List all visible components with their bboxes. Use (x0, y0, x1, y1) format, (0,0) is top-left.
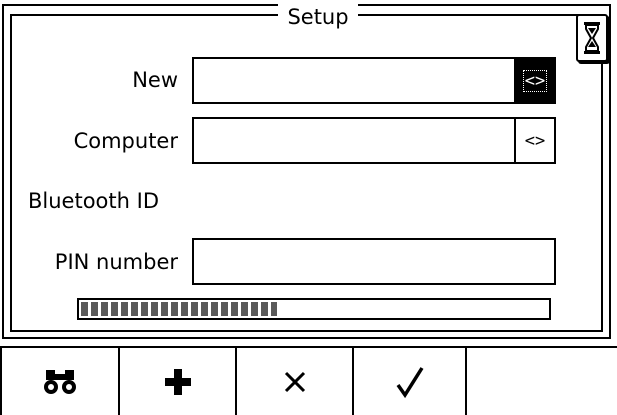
new-label: New (132, 68, 178, 92)
plus-icon (164, 368, 191, 395)
setup-screen: Setup New <> Computer <> Bluetooth ID PI… (0, 0, 617, 415)
new-field[interactable]: <> (192, 57, 556, 104)
progress-fill (81, 302, 277, 316)
page-title: Setup (278, 4, 358, 30)
bluetooth-id-label: Bluetooth ID (28, 189, 159, 213)
computer-label: Computer (73, 129, 178, 153)
pin-number-field[interactable] (192, 238, 556, 285)
checkmark-icon (396, 366, 423, 398)
computer-picker-button[interactable]: <> (514, 119, 554, 162)
new-picker-label: <> (522, 69, 548, 92)
computer-field[interactable]: <> (192, 117, 556, 164)
add-softkey[interactable] (120, 348, 237, 415)
computer-picker-label: <> (524, 130, 546, 151)
progress-bar (77, 298, 551, 320)
binoculars-icon (44, 369, 76, 394)
softkey-toolbar (0, 346, 617, 415)
confirm-softkey[interactable] (354, 348, 467, 415)
new-picker-button[interactable]: <> (514, 59, 554, 102)
empty-softkey[interactable] (467, 348, 617, 415)
pin-number-label: PIN number (54, 250, 178, 274)
search-softkey[interactable] (0, 348, 120, 415)
hourglass-icon (576, 14, 608, 62)
cross-icon (284, 371, 305, 392)
cancel-softkey[interactable] (237, 348, 354, 415)
